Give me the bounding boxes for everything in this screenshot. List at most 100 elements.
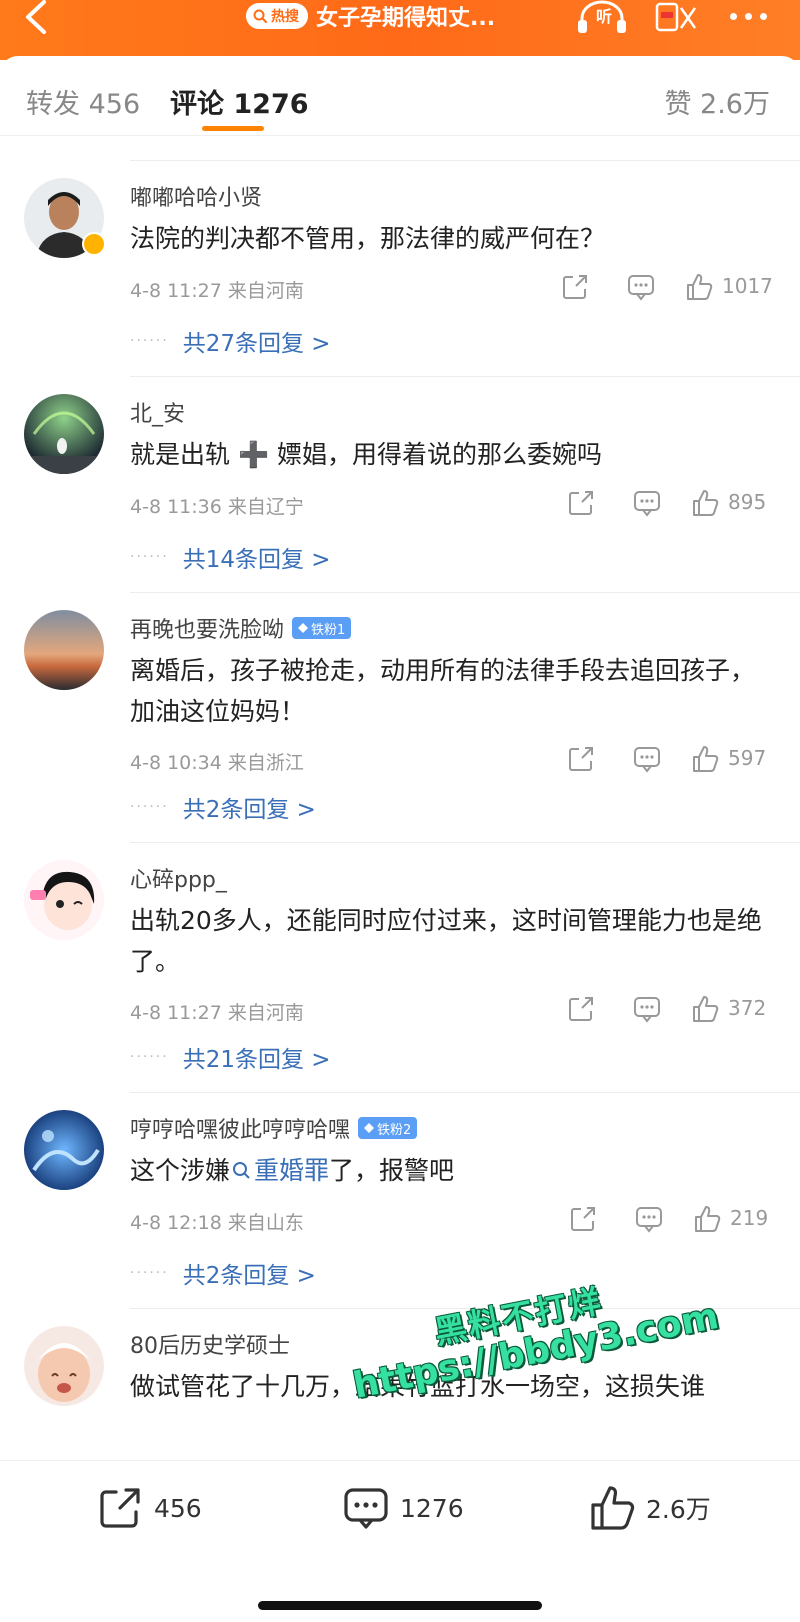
topic-text: 重婚罪 [254, 1156, 330, 1185]
red-envelope-icon [655, 2, 697, 32]
avatar[interactable] [24, 860, 104, 940]
view-replies-link[interactable]: ······ 共2条回复 > [130, 1256, 316, 1290]
comment-icon[interactable] [634, 1204, 664, 1234]
share-button[interactable]: 456 [96, 1483, 202, 1533]
tab-bar: 转发 456 评论 1276 赞 2.6万 [0, 56, 800, 136]
red-packet-button[interactable] [655, 2, 699, 34]
diamond-icon [364, 1123, 375, 1133]
share-icon[interactable] [566, 994, 596, 1024]
comment-username[interactable]: 北_安 [130, 396, 185, 428]
username-text: 再晚也要洗脸呦 [130, 618, 285, 643]
avatar[interactable] [24, 1326, 104, 1406]
thumbs-up-icon[interactable] [690, 994, 720, 1024]
top-navigation-bar: 热搜 女子孕期得知丈... 听 [0, 0, 800, 60]
share-count: 456 [154, 1493, 202, 1523]
thumbs-up-icon[interactable] [690, 488, 720, 518]
share-icon[interactable] [566, 488, 596, 518]
reply-dots: ······ [130, 799, 169, 815]
reply-dots: ······ [130, 333, 169, 349]
comment-icon[interactable] [632, 488, 662, 518]
reply-dots: ······ [130, 549, 169, 565]
view-replies-link[interactable]: ······ 共21条回复 > [130, 1040, 331, 1074]
like-count: 1017 [722, 274, 773, 298]
like-button[interactable]: 2.6万 [588, 1483, 711, 1533]
listen-label: 听 [596, 7, 613, 26]
user-photo-icon [24, 610, 104, 690]
username-text: 心碎ppp_ [130, 868, 227, 893]
view-replies-link[interactable]: ······ 共2条回复 > [130, 790, 316, 824]
thumbs-up-icon[interactable] [684, 272, 714, 302]
fan-badge: 铁粉2 [358, 1117, 418, 1139]
tab-repost[interactable]: 转发 456 [26, 82, 140, 121]
user-photo-icon [24, 1326, 104, 1406]
replies-count-label: 共2条回复 > [182, 797, 316, 823]
comment-meta: 4-8 11:27 来自河南 [130, 280, 304, 302]
comment-username[interactable]: 再晚也要洗脸呦 铁粉1 [130, 612, 352, 644]
replies-count-label: 共2条回复 > [182, 1263, 316, 1289]
verified-badge-icon [82, 232, 106, 256]
replies-count-label: 共21条回复 > [182, 1047, 331, 1073]
bottom-action-bar: 456 1276 2.6万 [0, 1460, 800, 1622]
comment-username[interactable]: 80后历史学硕士 [130, 1328, 290, 1360]
comment-text: 离婚后，孩子被抢走，动用所有的法律手段去追回孩子，加油这位妈妈！ [130, 656, 756, 726]
text-fragment: 了，报警吧 [329, 1156, 455, 1185]
like-count: 895 [728, 490, 767, 514]
comment-actions: 895 [566, 488, 786, 518]
comment-icon[interactable] [626, 272, 656, 302]
username-text: 哼哼哈嘿彼此哼哼哈嘿 [130, 1118, 351, 1143]
search-icon [253, 9, 267, 23]
tab-comment[interactable]: 评论 1276 [170, 82, 309, 121]
share-icon[interactable] [568, 1204, 598, 1234]
comment-username[interactable]: 心碎ppp_ [130, 862, 227, 894]
replies-count-label: 共27条回复 > [182, 331, 331, 357]
comment-item: 再晚也要洗脸呦 铁粉1 离婚后，孩子被抢走，动用所有的法律手段去追回孩子，加油这… [0, 592, 800, 842]
text-fragment: 这个涉嫌 [130, 1156, 231, 1185]
search-icon [233, 1162, 250, 1179]
user-photo-icon [24, 860, 104, 940]
back-button[interactable] [14, 0, 58, 36]
comment-meta: 4-8 11:36 来自辽宁 [130, 496, 304, 518]
comment-icon [344, 1488, 388, 1529]
username-text: 北_安 [130, 402, 186, 427]
tab-like[interactable]: 赞 2.6万 [664, 82, 770, 121]
comment-meta: 4-8 11:27 来自河南 [130, 1002, 304, 1024]
reply-dots: ······ [130, 1265, 169, 1281]
comment-actions: 597 [566, 744, 786, 774]
comment-item: 哼哼哈嘿彼此哼哼哈嘿 铁粉2 这个涉嫌 重婚罪了，报警吧 4-8 12:18 来自… [0, 1092, 800, 1308]
diamond-icon [298, 623, 309, 633]
comment-username[interactable]: 哼哼哈嘿彼此哼哼哈嘿 铁粉2 [130, 1112, 418, 1144]
avatar[interactable] [24, 394, 104, 474]
thumbs-up-icon[interactable] [692, 1204, 722, 1234]
comment-actions: 1017 [560, 272, 780, 302]
chevron-left-icon [26, 0, 46, 34]
avatar[interactable] [24, 610, 104, 690]
hot-search-badge[interactable]: 热搜 [246, 3, 308, 29]
comment-button[interactable]: 1276 [342, 1483, 464, 1533]
thumbs-up-icon[interactable] [690, 744, 720, 774]
like-count: 372 [728, 996, 767, 1020]
hot-topic-title[interactable]: 热搜 女子孕期得知丈... [246, 0, 495, 32]
share-icon[interactable] [566, 744, 596, 774]
comment-text: 做试管花了十几万，结果竹篮打水一场空，这损失谁 [130, 1372, 706, 1401]
view-replies-link[interactable]: ······ 共14条回复 > [130, 540, 331, 574]
home-indicator [258, 1601, 542, 1610]
listen-button[interactable]: 听 [576, 0, 636, 34]
fan-badge-label: 铁粉1 [311, 622, 346, 638]
more-options-button[interactable] [730, 6, 780, 26]
share-icon [100, 1488, 140, 1528]
replies-count-label: 共14条回复 > [182, 547, 331, 573]
comment-icon[interactable] [632, 744, 662, 774]
more-dot-icon [745, 12, 752, 20]
comment-username[interactable]: 嘟嘟哈哈小贤 [130, 180, 262, 212]
like-count: 219 [730, 1206, 769, 1230]
hot-search-label: 热搜 [271, 9, 299, 25]
topic-link[interactable]: 重婚罪 [230, 1156, 329, 1185]
comment-text: 就是出轨 ➕ 嫖娼，用得着说的那么委婉吗 [130, 440, 603, 469]
comment-icon[interactable] [632, 994, 662, 1024]
view-replies-link[interactable]: ······ 共27条回复 > [130, 324, 331, 358]
thumbs-up-icon [591, 1486, 635, 1530]
user-photo-icon [24, 1110, 104, 1190]
comment-meta: 4-8 10:34 来自浙江 [130, 752, 304, 774]
share-icon[interactable] [560, 272, 590, 302]
avatar[interactable] [24, 1110, 104, 1190]
